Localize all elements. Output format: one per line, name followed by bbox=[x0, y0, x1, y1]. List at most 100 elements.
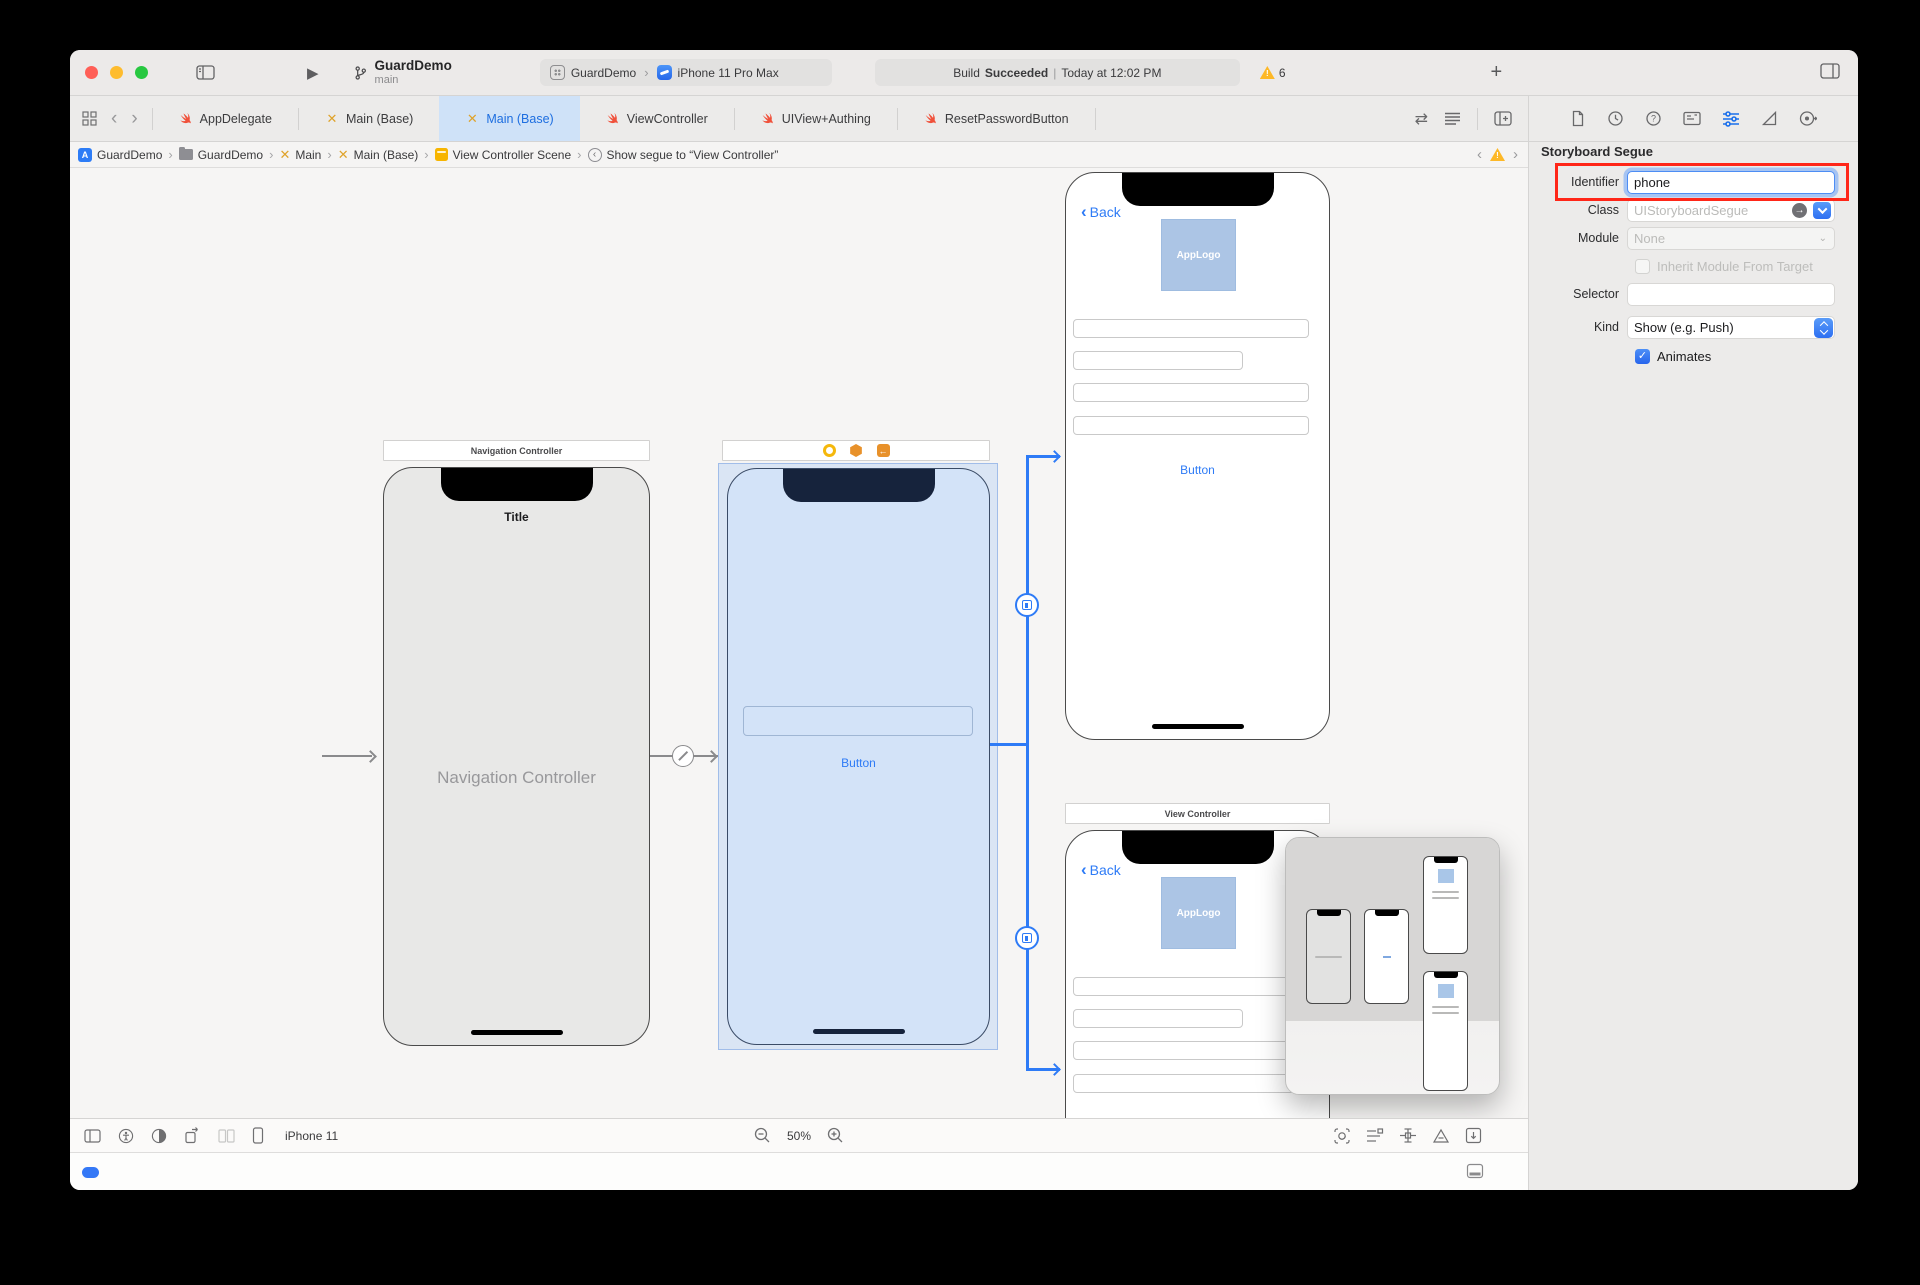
zoom-in-icon[interactable] bbox=[827, 1127, 844, 1144]
animates-checkbox[interactable]: ✓ bbox=[1635, 349, 1650, 364]
appearance-icon[interactable] bbox=[151, 1128, 167, 1144]
tab-appdelegate[interactable]: AppDelegate bbox=[153, 96, 298, 141]
kind-popup[interactable]: Show (e.g. Push) bbox=[1627, 316, 1835, 339]
tab-resetpasswordbutton[interactable]: ResetPasswordButton bbox=[898, 96, 1095, 141]
breadcrumb-segue[interactable]: ‹Show segue to “View Controller” bbox=[588, 148, 779, 162]
class-combo-field[interactable]: UIStoryboardSegue → bbox=[1627, 199, 1835, 222]
show-segue-badge[interactable] bbox=[1015, 926, 1039, 950]
device-icon[interactable] bbox=[252, 1127, 264, 1144]
identity-inspector-icon[interactable] bbox=[1683, 111, 1701, 126]
text-field[interactable] bbox=[1073, 319, 1309, 338]
inspector-toggle-icon[interactable] bbox=[1820, 63, 1840, 79]
back-button[interactable]: ‹ Back bbox=[1081, 203, 1121, 220]
add-editor-icon[interactable] bbox=[1494, 111, 1512, 126]
class-dropdown-icon[interactable] bbox=[1813, 202, 1831, 219]
button-label[interactable]: Button bbox=[728, 756, 989, 770]
text-field[interactable] bbox=[1073, 351, 1243, 370]
zoom-window-button[interactable] bbox=[135, 66, 148, 79]
warning-count-badge[interactable]: ! 6 bbox=[1260, 66, 1286, 80]
orientation-icon[interactable] bbox=[184, 1127, 201, 1144]
canvas-minimap[interactable] bbox=[1285, 837, 1500, 1095]
breadcrumb-project[interactable]: AGuardDemo bbox=[78, 148, 162, 162]
scheme-selector[interactable]: GuardDemo iPhone 11 Pro Max bbox=[540, 59, 832, 86]
text-field[interactable] bbox=[1073, 977, 1309, 996]
resolve-autolayout-icon[interactable] bbox=[1432, 1128, 1450, 1144]
navigator-toggle-icon[interactable] bbox=[196, 65, 215, 80]
show-segue-line[interactable] bbox=[1026, 455, 1029, 1070]
related-items-icon[interactable] bbox=[82, 111, 97, 126]
traffic-lights bbox=[85, 66, 148, 79]
size-inspector-icon[interactable] bbox=[1761, 110, 1778, 127]
file-inspector-icon[interactable] bbox=[1570, 110, 1586, 127]
inherit-module-checkbox[interactable] bbox=[1635, 259, 1650, 274]
split-preview-icon[interactable] bbox=[218, 1129, 235, 1143]
connections-inspector-icon[interactable] bbox=[1799, 110, 1817, 127]
breadcrumb-localization[interactable]: ✕Main (Base) bbox=[338, 148, 419, 162]
navigation-controller-scene[interactable]: Title Navigation Controller bbox=[383, 467, 650, 1046]
nav-controller-scene-label[interactable]: Navigation Controller bbox=[383, 440, 650, 461]
update-frames-icon[interactable] bbox=[1333, 1127, 1351, 1145]
text-field[interactable] bbox=[1073, 1009, 1243, 1028]
close-window-button[interactable] bbox=[85, 66, 98, 79]
activity-viewer[interactable]: Build Succeeded | Today at 12:02 PM bbox=[875, 59, 1240, 86]
show-segue-badge[interactable] bbox=[1015, 593, 1039, 617]
view-controller-dock-icon[interactable] bbox=[823, 444, 836, 457]
go-forward-icon[interactable]: › bbox=[131, 109, 137, 128]
back-button[interactable]: ‹ Back bbox=[1081, 861, 1121, 878]
previous-issue-icon[interactable]: ‹ bbox=[1477, 146, 1482, 163]
align-icon[interactable] bbox=[1366, 1128, 1384, 1144]
hide-debug-area-icon[interactable] bbox=[1466, 1163, 1484, 1179]
run-button[interactable]: ▶ bbox=[307, 64, 319, 82]
tab-uiview-authing[interactable]: UIView+Authing bbox=[735, 96, 897, 141]
exit-icon[interactable] bbox=[877, 444, 890, 457]
scene-list-toggle-icon[interactable] bbox=[84, 1129, 101, 1143]
text-field[interactable] bbox=[743, 706, 973, 736]
breadcrumb-group[interactable]: GuardDemo bbox=[179, 148, 263, 162]
swift-file-icon bbox=[761, 112, 775, 126]
embed-in-icon[interactable] bbox=[1465, 1127, 1482, 1144]
selector-input[interactable] bbox=[1634, 287, 1828, 302]
next-issue-icon[interactable]: › bbox=[1513, 146, 1518, 163]
view-controller-scene-label[interactable]: View Controller bbox=[1065, 803, 1330, 824]
device-name[interactable]: iPhone 11 bbox=[285, 1129, 338, 1143]
relationship-segue-badge[interactable] bbox=[672, 745, 694, 767]
history-inspector-icon[interactable] bbox=[1607, 110, 1624, 127]
first-responder-icon[interactable] bbox=[850, 444, 863, 457]
breadcrumb-storyboard[interactable]: ✕Main bbox=[279, 148, 321, 162]
zoom-out-icon[interactable] bbox=[754, 1127, 771, 1144]
detail-view-controller-top[interactable]: ‹ Back AppLogo Button bbox=[1065, 172, 1330, 740]
module-field[interactable]: None ⌄ bbox=[1627, 227, 1835, 250]
button-label[interactable]: Button bbox=[1066, 463, 1329, 477]
library-add-button[interactable]: + bbox=[1491, 61, 1503, 84]
quick-help-inspector-icon[interactable]: ? bbox=[1645, 110, 1662, 127]
app-logo-image[interactable]: AppLogo bbox=[1161, 877, 1236, 949]
app-icon bbox=[550, 65, 565, 80]
app-logo-image[interactable]: AppLogo bbox=[1161, 219, 1236, 291]
nav-bar-title[interactable]: Title bbox=[384, 510, 649, 524]
code-review-icon[interactable]: ⇄ bbox=[1415, 109, 1428, 129]
identifier-input[interactable] bbox=[1634, 175, 1828, 190]
minimize-window-button[interactable] bbox=[110, 66, 123, 79]
breadcrumb-scene[interactable]: View Controller Scene bbox=[435, 148, 572, 162]
storyboard-canvas[interactable]: Navigation Controller Title Navigation C… bbox=[70, 168, 1528, 1118]
text-field[interactable] bbox=[1073, 1041, 1309, 1060]
breakpoint-indicator[interactable] bbox=[82, 1167, 99, 1178]
text-field[interactable] bbox=[1073, 1074, 1309, 1093]
text-field[interactable] bbox=[1073, 416, 1309, 435]
tab-main-base-1[interactable]: ✕ Main (Base) bbox=[299, 96, 439, 141]
go-back-icon[interactable]: ‹ bbox=[111, 109, 117, 128]
tab-main-base-active[interactable]: ✕ Main (Base) bbox=[439, 96, 579, 141]
run-destination[interactable]: iPhone 11 Pro Max bbox=[678, 66, 779, 80]
show-segue-line[interactable] bbox=[990, 743, 1028, 746]
selected-scene-dock[interactable] bbox=[722, 440, 990, 461]
editor-options-icon[interactable] bbox=[1444, 112, 1461, 125]
accessibility-icon[interactable] bbox=[118, 1128, 134, 1144]
attributes-inspector-icon[interactable] bbox=[1722, 111, 1740, 127]
selected-view-controller[interactable]: Button bbox=[727, 468, 990, 1045]
tab-viewcontroller[interactable]: ViewController bbox=[580, 96, 734, 141]
add-constraints-icon[interactable] bbox=[1399, 1127, 1417, 1144]
zoom-level[interactable]: 50% bbox=[787, 1129, 811, 1143]
text-field[interactable] bbox=[1073, 383, 1309, 402]
jump-to-class-icon[interactable]: → bbox=[1792, 203, 1807, 218]
scheme-name[interactable]: GuardDemo bbox=[571, 66, 636, 80]
